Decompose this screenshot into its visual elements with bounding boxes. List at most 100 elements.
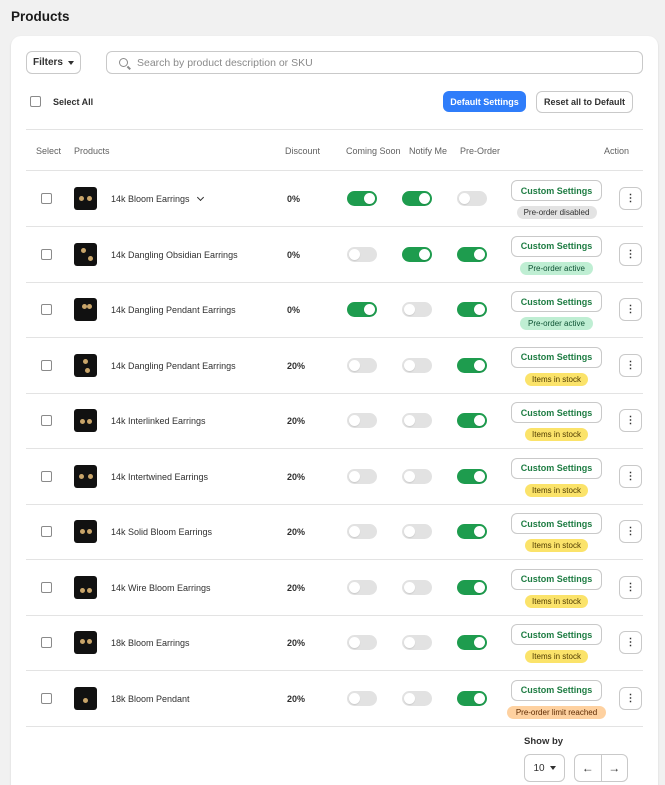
pre-order-toggle[interactable] [457,524,487,539]
custom-settings-button[interactable]: Custom Settings [511,180,602,201]
product-name-text: 14k Dangling Obsidian Earrings [111,249,238,260]
status-badge: Items in stock [525,594,588,608]
notify-me-toggle[interactable] [402,524,432,539]
pre-order-toggle[interactable] [457,191,487,206]
reset-all-button[interactable]: Reset all to Default [536,91,633,113]
status-badge: Items in stock [525,372,588,386]
pre-order-toggle[interactable] [457,635,487,650]
coming-soon-toggle[interactable] [347,302,377,317]
product-name[interactable]: 18k Bloom Earrings [111,638,190,648]
row-checkbox[interactable] [41,415,52,426]
more-actions-icon[interactable]: ⋮ [619,409,642,432]
notify-me-toggle[interactable] [402,191,432,206]
product-name[interactable]: 14k Bloom Earrings [111,193,204,204]
pre-order-toggle[interactable] [457,579,487,595]
product-name-text: 14k Intertwined Earrings [111,471,209,482]
product-name[interactable]: 14k Dangling Pendant Earrings [111,361,236,371]
coming-soon-toggle[interactable] [347,468,377,484]
product-name[interactable]: 14k Intertwined Earrings [111,472,208,482]
more-actions-icon[interactable]: ⋮ [619,575,642,599]
product-name[interactable]: 14k Solid Bloom Earrings [111,527,212,537]
notify-me-toggle[interactable] [402,635,432,650]
custom-settings-button[interactable]: Custom Settings [511,291,602,312]
table-row: 14k Dangling Pendant Earrings 20% Custom… [26,338,643,394]
table-row: 14k Intertwined Earrings 20% Custom Sett… [26,449,643,505]
product-name[interactable]: 14k Wire Bloom Earrings [111,583,211,593]
row-checkbox[interactable] [41,526,52,537]
filters-label: Filters [32,57,63,68]
product-name-text: 14k Interlinked Earrings [111,416,206,426]
more-actions-icon[interactable]: ⋮ [619,298,642,321]
row-checkbox[interactable] [41,637,52,648]
arrow-right-icon[interactable]: → [602,755,628,781]
arrow-left-icon[interactable]: ← [575,755,602,781]
product-name[interactable]: 14k Dangling Obsidian Earrings [111,250,238,260]
row-checkbox[interactable] [41,581,52,593]
select-all-checkbox[interactable] [30,96,41,107]
more-actions-icon[interactable]: ⋮ [619,520,642,543]
search-input[interactable]: Search by product description or SKU [106,51,643,74]
select-all[interactable]: Select All [30,96,93,107]
pre-order-toggle[interactable] [457,357,487,373]
table-row: 18k Bloom Earrings 20% Custom Settings I… [26,615,643,671]
discount-value: 0% [287,305,301,315]
notify-me-toggle[interactable] [402,357,432,373]
custom-settings-button[interactable]: Custom Settings [511,402,602,423]
pre-order-toggle[interactable] [457,690,487,706]
row-checkbox[interactable] [41,470,52,482]
row-checkbox[interactable] [41,692,52,704]
pre-order-toggle[interactable] [457,413,487,428]
per-page-value: 10 [533,762,545,774]
filters-button[interactable]: Filters [26,51,81,74]
custom-settings-button[interactable]: Custom Settings [511,235,602,257]
coming-soon-toggle[interactable] [347,357,377,373]
notify-me-toggle[interactable] [402,468,432,484]
custom-settings-button[interactable]: Custom Settings [511,679,602,701]
product-name[interactable]: 18k Bloom Pendant [111,694,190,704]
coming-soon-toggle[interactable] [347,246,377,262]
custom-settings-button[interactable]: Custom Settings [511,624,602,645]
chevron-down-icon[interactable] [196,193,204,202]
product-name-text: 14k Dangling Pendant Earrings [111,305,236,315]
product-name[interactable]: 14k Dangling Pendant Earrings [111,305,236,315]
per-page-select[interactable]: 10 [524,754,565,782]
row-checkbox[interactable] [41,193,52,204]
coming-soon-toggle[interactable] [347,524,377,539]
pre-order-toggle[interactable] [457,302,487,317]
custom-settings-button[interactable]: Custom Settings [511,513,602,534]
coming-soon-toggle[interactable] [347,413,377,428]
coming-soon-toggle[interactable] [347,579,377,595]
notify-me-toggle[interactable] [402,579,432,595]
coming-soon-toggle[interactable] [347,635,377,650]
status-badge: Items in stock [525,539,588,552]
row-checkbox[interactable] [41,359,52,371]
more-actions-icon[interactable]: ⋮ [619,686,642,710]
notify-me-toggle[interactable] [402,302,432,317]
discount-value: 20% [287,638,306,648]
more-actions-icon[interactable]: ⋮ [619,187,642,210]
more-actions-icon[interactable]: ⋮ [619,242,642,266]
more-actions-icon[interactable]: ⋮ [619,631,642,654]
custom-settings-button[interactable]: Custom Settings [511,346,602,368]
notify-me-toggle[interactable] [402,246,432,262]
notify-me-toggle[interactable] [402,413,432,428]
header-divider-top [26,129,643,130]
row-checkbox[interactable] [41,248,52,260]
status-badge: Pre-order active [520,261,593,275]
column-header-pre-order: Pre-Order [460,146,501,156]
more-actions-icon[interactable]: ⋮ [619,353,642,377]
coming-soon-toggle[interactable] [347,191,377,206]
notify-me-toggle[interactable] [402,690,432,706]
product-name-text: 18k Bloom Earrings [111,638,190,648]
custom-settings-button[interactable]: Custom Settings [511,568,602,590]
product-name[interactable]: 14k Interlinked Earrings [111,416,206,426]
coming-soon-toggle[interactable] [347,690,377,706]
more-actions-icon[interactable]: ⋮ [619,464,642,488]
default-settings-button[interactable]: Default Settings [443,91,526,112]
status-badge: Pre-order active [520,317,593,330]
pre-order-toggle[interactable] [457,246,487,262]
row-checkbox[interactable] [41,304,52,315]
custom-settings-button[interactable]: Custom Settings [511,457,602,479]
product-name-text: 14k Solid Bloom Earrings [111,527,213,537]
pre-order-toggle[interactable] [457,468,487,484]
